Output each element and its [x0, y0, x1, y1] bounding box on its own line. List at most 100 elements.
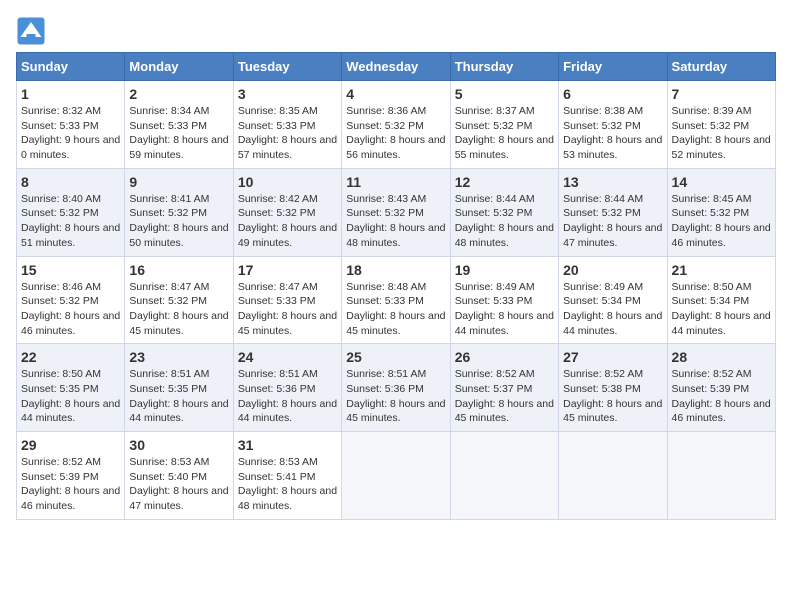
- day-info: Sunrise: 8:52 AMSunset: 5:39 PMDaylight:…: [672, 368, 771, 424]
- day-number: 25: [346, 349, 445, 365]
- day-number: 15: [21, 262, 120, 278]
- logo: [16, 16, 50, 46]
- page-container: SundayMondayTuesdayWednesdayThursdayFrid…: [16, 16, 776, 520]
- day-number: 7: [672, 86, 771, 102]
- empty-cell: [342, 432, 450, 520]
- weekday-header-row: SundayMondayTuesdayWednesdayThursdayFrid…: [17, 53, 776, 81]
- day-number: 3: [238, 86, 337, 102]
- day-cell-18: 18 Sunrise: 8:48 AMSunset: 5:33 PMDaylig…: [342, 256, 450, 344]
- day-info: Sunrise: 8:40 AMSunset: 5:32 PMDaylight:…: [21, 193, 120, 249]
- day-cell-15: 15 Sunrise: 8:46 AMSunset: 5:32 PMDaylig…: [17, 256, 125, 344]
- calendar-week-5: 29 Sunrise: 8:52 AMSunset: 5:39 PMDaylig…: [17, 432, 776, 520]
- day-info: Sunrise: 8:52 AMSunset: 5:39 PMDaylight:…: [21, 456, 120, 512]
- header: [16, 16, 776, 46]
- day-info: Sunrise: 8:49 AMSunset: 5:34 PMDaylight:…: [563, 281, 662, 337]
- day-number: 6: [563, 86, 662, 102]
- day-info: Sunrise: 8:39 AMSunset: 5:32 PMDaylight:…: [672, 105, 771, 161]
- day-number: 11: [346, 174, 445, 190]
- day-cell-4: 4 Sunrise: 8:36 AMSunset: 5:32 PMDayligh…: [342, 81, 450, 169]
- day-info: Sunrise: 8:47 AMSunset: 5:33 PMDaylight:…: [238, 281, 337, 337]
- day-cell-1: 1 Sunrise: 8:32 AMSunset: 5:33 PMDayligh…: [17, 81, 125, 169]
- day-cell-16: 16 Sunrise: 8:47 AMSunset: 5:32 PMDaylig…: [125, 256, 233, 344]
- day-info: Sunrise: 8:47 AMSunset: 5:32 PMDaylight:…: [129, 281, 228, 337]
- day-number: 19: [455, 262, 554, 278]
- day-info: Sunrise: 8:37 AMSunset: 5:32 PMDaylight:…: [455, 105, 554, 161]
- day-cell-10: 10 Sunrise: 8:42 AMSunset: 5:32 PMDaylig…: [233, 168, 341, 256]
- day-number: 8: [21, 174, 120, 190]
- weekday-header-sunday: Sunday: [17, 53, 125, 81]
- day-number: 17: [238, 262, 337, 278]
- day-info: Sunrise: 8:45 AMSunset: 5:32 PMDaylight:…: [672, 193, 771, 249]
- day-info: Sunrise: 8:48 AMSunset: 5:33 PMDaylight:…: [346, 281, 445, 337]
- day-cell-21: 21 Sunrise: 8:50 AMSunset: 5:34 PMDaylig…: [667, 256, 775, 344]
- day-number: 29: [21, 437, 120, 453]
- day-info: Sunrise: 8:51 AMSunset: 5:36 PMDaylight:…: [238, 368, 337, 424]
- day-number: 20: [563, 262, 662, 278]
- day-info: Sunrise: 8:35 AMSunset: 5:33 PMDaylight:…: [238, 105, 337, 161]
- day-cell-17: 17 Sunrise: 8:47 AMSunset: 5:33 PMDaylig…: [233, 256, 341, 344]
- day-number: 27: [563, 349, 662, 365]
- day-number: 21: [672, 262, 771, 278]
- day-number: 13: [563, 174, 662, 190]
- day-cell-30: 30 Sunrise: 8:53 AMSunset: 5:40 PMDaylig…: [125, 432, 233, 520]
- day-number: 5: [455, 86, 554, 102]
- day-info: Sunrise: 8:32 AMSunset: 5:33 PMDaylight:…: [21, 105, 120, 161]
- day-info: Sunrise: 8:53 AMSunset: 5:41 PMDaylight:…: [238, 456, 337, 512]
- day-number: 4: [346, 86, 445, 102]
- logo-icon: [16, 16, 46, 46]
- day-info: Sunrise: 8:50 AMSunset: 5:34 PMDaylight:…: [672, 281, 771, 337]
- day-info: Sunrise: 8:34 AMSunset: 5:33 PMDaylight:…: [129, 105, 228, 161]
- calendar-week-2: 8 Sunrise: 8:40 AMSunset: 5:32 PMDayligh…: [17, 168, 776, 256]
- day-cell-11: 11 Sunrise: 8:43 AMSunset: 5:32 PMDaylig…: [342, 168, 450, 256]
- empty-cell: [559, 432, 667, 520]
- day-cell-13: 13 Sunrise: 8:44 AMSunset: 5:32 PMDaylig…: [559, 168, 667, 256]
- day-cell-22: 22 Sunrise: 8:50 AMSunset: 5:35 PMDaylig…: [17, 344, 125, 432]
- empty-cell: [667, 432, 775, 520]
- day-number: 12: [455, 174, 554, 190]
- weekday-header-wednesday: Wednesday: [342, 53, 450, 81]
- day-number: 28: [672, 349, 771, 365]
- day-cell-27: 27 Sunrise: 8:52 AMSunset: 5:38 PMDaylig…: [559, 344, 667, 432]
- day-number: 10: [238, 174, 337, 190]
- calendar-week-1: 1 Sunrise: 8:32 AMSunset: 5:33 PMDayligh…: [17, 81, 776, 169]
- weekday-header-thursday: Thursday: [450, 53, 558, 81]
- day-cell-2: 2 Sunrise: 8:34 AMSunset: 5:33 PMDayligh…: [125, 81, 233, 169]
- day-cell-26: 26 Sunrise: 8:52 AMSunset: 5:37 PMDaylig…: [450, 344, 558, 432]
- day-info: Sunrise: 8:51 AMSunset: 5:35 PMDaylight:…: [129, 368, 228, 424]
- day-info: Sunrise: 8:42 AMSunset: 5:32 PMDaylight:…: [238, 193, 337, 249]
- day-number: 30: [129, 437, 228, 453]
- day-number: 9: [129, 174, 228, 190]
- day-info: Sunrise: 8:46 AMSunset: 5:32 PMDaylight:…: [21, 281, 120, 337]
- day-cell-29: 29 Sunrise: 8:52 AMSunset: 5:39 PMDaylig…: [17, 432, 125, 520]
- day-cell-14: 14 Sunrise: 8:45 AMSunset: 5:32 PMDaylig…: [667, 168, 775, 256]
- day-cell-6: 6 Sunrise: 8:38 AMSunset: 5:32 PMDayligh…: [559, 81, 667, 169]
- day-info: Sunrise: 8:44 AMSunset: 5:32 PMDaylight:…: [455, 193, 554, 249]
- calendar-week-4: 22 Sunrise: 8:50 AMSunset: 5:35 PMDaylig…: [17, 344, 776, 432]
- day-cell-8: 8 Sunrise: 8:40 AMSunset: 5:32 PMDayligh…: [17, 168, 125, 256]
- day-number: 14: [672, 174, 771, 190]
- calendar-week-3: 15 Sunrise: 8:46 AMSunset: 5:32 PMDaylig…: [17, 256, 776, 344]
- day-cell-7: 7 Sunrise: 8:39 AMSunset: 5:32 PMDayligh…: [667, 81, 775, 169]
- day-number: 26: [455, 349, 554, 365]
- day-cell-12: 12 Sunrise: 8:44 AMSunset: 5:32 PMDaylig…: [450, 168, 558, 256]
- day-cell-31: 31 Sunrise: 8:53 AMSunset: 5:41 PMDaylig…: [233, 432, 341, 520]
- day-info: Sunrise: 8:49 AMSunset: 5:33 PMDaylight:…: [455, 281, 554, 337]
- empty-cell: [450, 432, 558, 520]
- day-number: 16: [129, 262, 228, 278]
- weekday-header-tuesday: Tuesday: [233, 53, 341, 81]
- day-info: Sunrise: 8:53 AMSunset: 5:40 PMDaylight:…: [129, 456, 228, 512]
- day-info: Sunrise: 8:52 AMSunset: 5:38 PMDaylight:…: [563, 368, 662, 424]
- day-cell-23: 23 Sunrise: 8:51 AMSunset: 5:35 PMDaylig…: [125, 344, 233, 432]
- weekday-header-friday: Friday: [559, 53, 667, 81]
- calendar-table: SundayMondayTuesdayWednesdayThursdayFrid…: [16, 52, 776, 520]
- day-cell-25: 25 Sunrise: 8:51 AMSunset: 5:36 PMDaylig…: [342, 344, 450, 432]
- weekday-header-saturday: Saturday: [667, 53, 775, 81]
- day-info: Sunrise: 8:52 AMSunset: 5:37 PMDaylight:…: [455, 368, 554, 424]
- day-cell-24: 24 Sunrise: 8:51 AMSunset: 5:36 PMDaylig…: [233, 344, 341, 432]
- day-number: 22: [21, 349, 120, 365]
- day-number: 31: [238, 437, 337, 453]
- day-cell-5: 5 Sunrise: 8:37 AMSunset: 5:32 PMDayligh…: [450, 81, 558, 169]
- day-number: 18: [346, 262, 445, 278]
- day-cell-3: 3 Sunrise: 8:35 AMSunset: 5:33 PMDayligh…: [233, 81, 341, 169]
- day-cell-20: 20 Sunrise: 8:49 AMSunset: 5:34 PMDaylig…: [559, 256, 667, 344]
